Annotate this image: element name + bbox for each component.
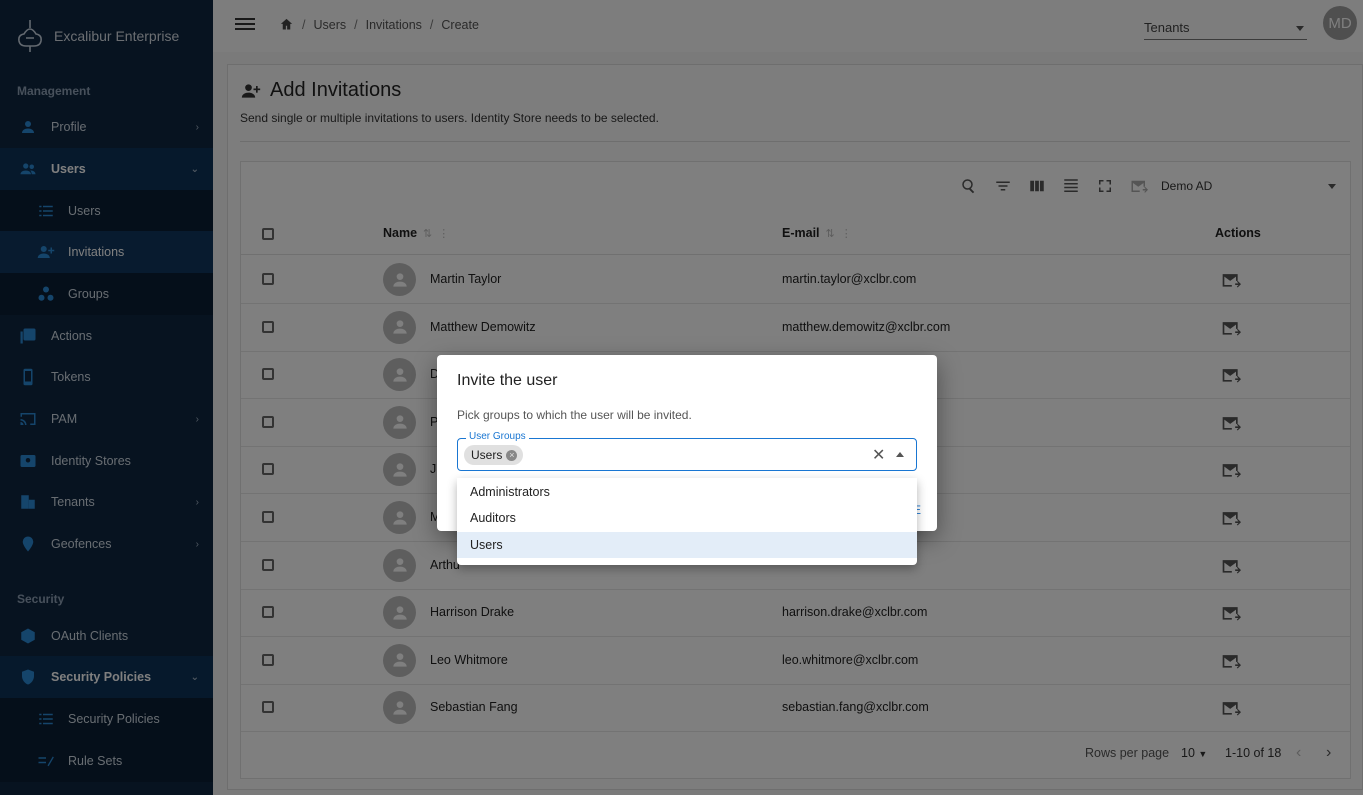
user-groups-label: User Groups [466, 431, 529, 442]
caret-up-icon[interactable] [896, 452, 904, 457]
dialog-title: Invite the user [457, 372, 558, 389]
clear-icon[interactable]: ✕ [872, 445, 885, 465]
dialog-description: Pick groups to which the user will be in… [457, 408, 692, 422]
chip-users[interactable]: Users × [464, 445, 524, 465]
user-groups-field[interactable]: User Groups Users × ✕ [457, 431, 917, 471]
option-auditors[interactable]: Auditors [457, 505, 917, 531]
user-groups-dropdown: Administrators Auditors Users [457, 478, 917, 565]
chip-remove-icon[interactable]: × [506, 449, 518, 461]
option-users[interactable]: Users [457, 532, 917, 558]
chip-label: Users [471, 448, 503, 462]
option-administrators[interactable]: Administrators [457, 479, 917, 505]
